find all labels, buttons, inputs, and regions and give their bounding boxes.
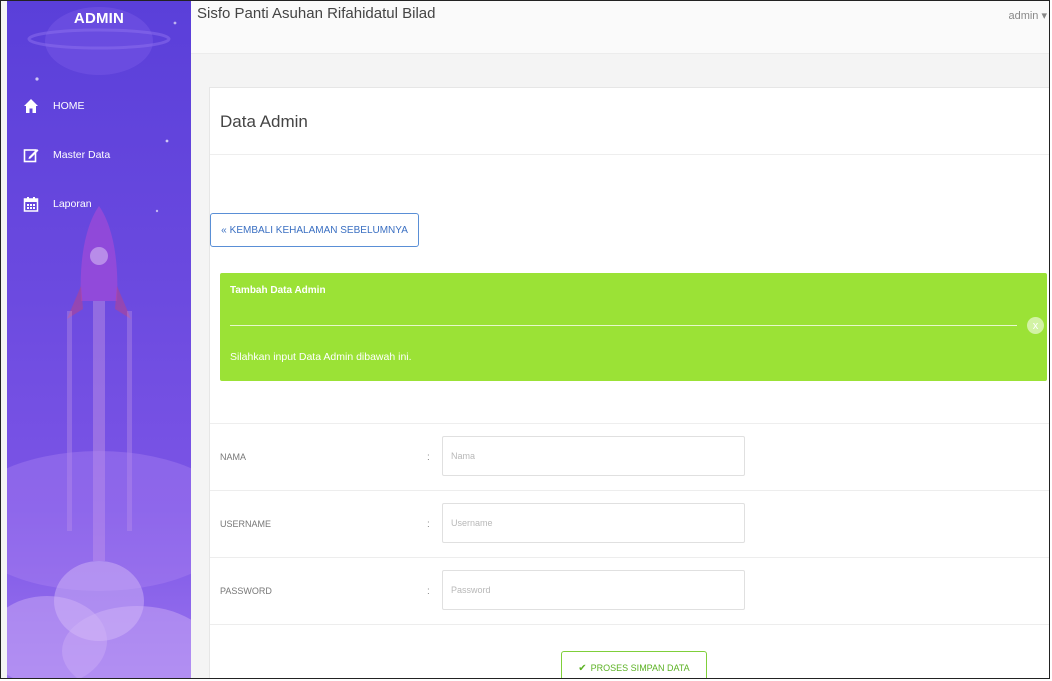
username-input[interactable] xyxy=(442,503,745,543)
sidebar-item-laporan[interactable]: Laporan xyxy=(7,191,191,217)
field-colon: : xyxy=(427,519,430,530)
close-icon[interactable]: x xyxy=(1027,317,1044,334)
sidebar-item-label: Master Data xyxy=(53,149,111,161)
back-button-label: KEMBALI KEHALAMAN SEBELUMNYA xyxy=(229,224,408,236)
data-admin-panel: Data Admin « KEMBALI KEHALAMAN SEBELUMNY… xyxy=(209,87,1049,678)
alert-divider xyxy=(230,325,1017,326)
field-label: PASSWORD xyxy=(220,586,272,596)
sidebar-item-home[interactable]: HOME xyxy=(7,93,191,119)
save-button-label: PROSES SIMPAN DATA xyxy=(590,663,690,673)
sidebar-item-master-data[interactable]: Master Data xyxy=(7,142,191,168)
form-row-nama: NAMA : xyxy=(210,424,1049,491)
brand-title[interactable]: ADMIN xyxy=(7,1,191,35)
calendar-icon xyxy=(21,194,41,214)
alert-message: Silahkan input Data Admin dibawah ini. xyxy=(230,351,412,363)
nama-input[interactable] xyxy=(442,436,745,476)
user-menu-dropdown[interactable]: admin ▾ xyxy=(1008,9,1047,22)
form-row-password: PASSWORD : xyxy=(210,558,1049,625)
divider xyxy=(210,154,1049,155)
password-input[interactable] xyxy=(442,570,745,610)
sidebar-item-label: HOME xyxy=(53,100,85,112)
save-button[interactable]: ✔ PROSES SIMPAN DATA xyxy=(561,651,707,678)
app-title: Sisfo Panti Asuhan Rifahidatul Bilad xyxy=(197,5,436,22)
alert-title: Tambah Data Admin xyxy=(230,285,326,296)
info-alert: Tambah Data Admin x Silahkan input Data … xyxy=(220,273,1047,381)
double-chevron-left-icon: « xyxy=(221,224,227,236)
form-row-username: USERNAME : xyxy=(210,491,1049,558)
sidebar-nav: HOME Master Data Laporan xyxy=(7,93,191,240)
check-icon: ✔ xyxy=(578,662,587,674)
sidebar: ADMIN HOME Master Data Laporan xyxy=(7,1,191,678)
field-label: NAMA xyxy=(220,452,247,462)
app-window: ADMIN HOME Master Data Laporan Sisfo Pan… xyxy=(0,0,1050,679)
field-colon: : xyxy=(427,586,430,597)
page-title: Data Admin xyxy=(220,112,308,131)
edit-icon xyxy=(21,145,41,165)
top-navbar: Sisfo Panti Asuhan Rifahidatul Bilad adm… xyxy=(191,1,1049,54)
sidebar-item-label: Laporan xyxy=(53,198,92,210)
field-colon: : xyxy=(427,452,430,463)
home-icon xyxy=(21,96,41,116)
field-label: USERNAME xyxy=(220,519,272,529)
back-button[interactable]: « KEMBALI KEHALAMAN SEBELUMNYA xyxy=(210,213,419,247)
